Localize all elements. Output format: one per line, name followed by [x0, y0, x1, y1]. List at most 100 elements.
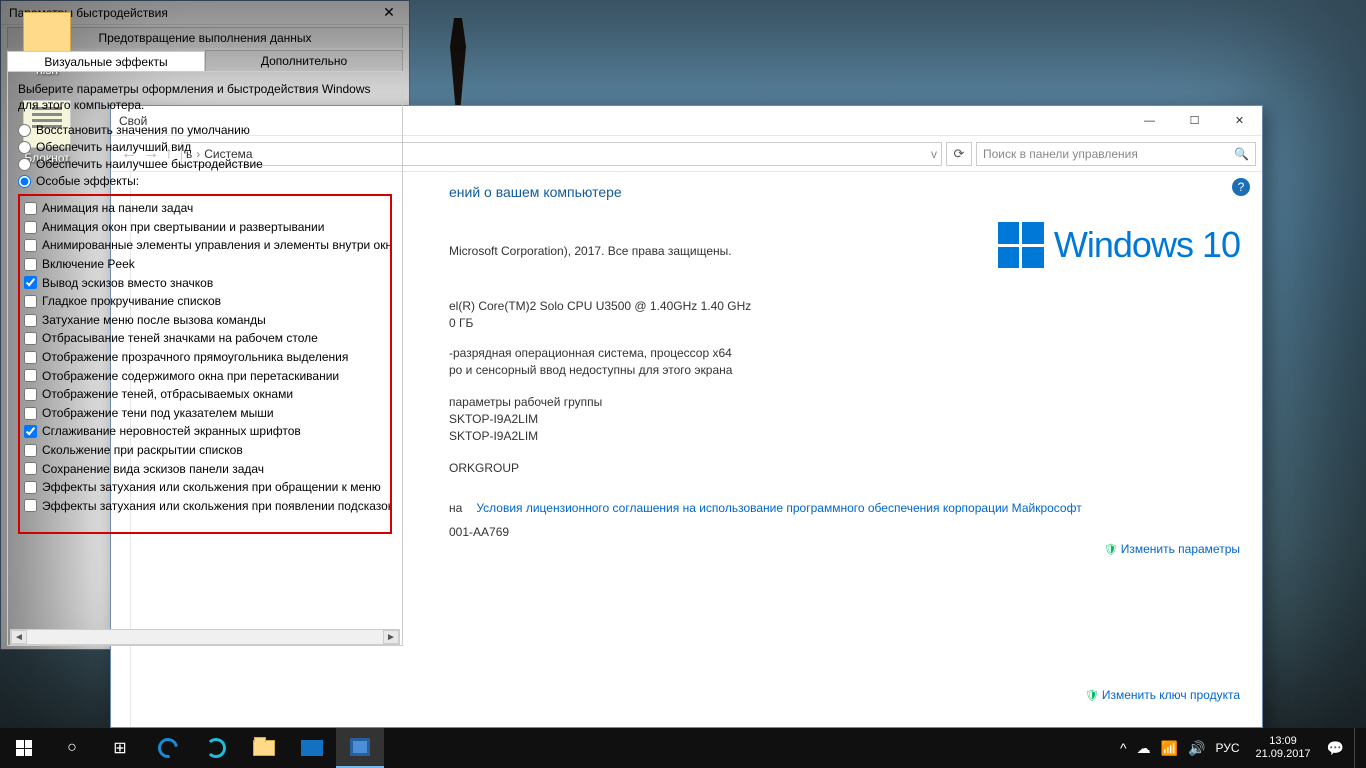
effect-label: Отображение содержимого окна при перетас… [42, 367, 339, 386]
radio-label: Обеспечить наилучший вид [36, 140, 191, 154]
effect-checkbox[interactable] [24, 369, 37, 382]
effect-label: Затухание меню после вызова команды [42, 311, 266, 330]
explorer-button[interactable] [240, 728, 288, 768]
effect-label: Отображение прозрачного прямоугольника в… [42, 348, 348, 367]
close-button[interactable]: ✕ [369, 1, 409, 24]
effect-item[interactable]: Сглаживание неровностей экранных шрифтов [24, 422, 386, 441]
effect-label: Скольжение при раскрытии списков [42, 441, 243, 460]
effect-checkbox[interactable] [24, 499, 37, 512]
performance-options-dialog: Параметры быстродействия ✕ Предотвращени… [0, 0, 410, 650]
scroll-right-icon[interactable]: ► [383, 630, 399, 644]
effect-checkbox[interactable] [24, 407, 37, 420]
effect-item[interactable]: Гладкое прокручивание списков [24, 292, 386, 311]
page-heading: ений о вашем компьютере [449, 184, 1242, 200]
show-desktop-button[interactable] [1354, 728, 1360, 768]
effect-label: Отображение теней, отбрасываемых окнами [42, 385, 293, 404]
minimize-button[interactable]: ― [1127, 106, 1172, 135]
radio-label: Особые эффекты: [36, 174, 139, 188]
tab-advanced[interactable]: Дополнительно [205, 50, 403, 71]
refresh-button[interactable]: ⟳ [946, 142, 972, 166]
radio-label: Обеспечить наилучшее быстродействие [36, 157, 263, 171]
radio-input[interactable] [18, 158, 31, 171]
folder-icon [253, 740, 275, 756]
clock[interactable]: 13:09 21.09.2017 [1250, 735, 1317, 761]
tray-chevron-icon[interactable]: ^ [1120, 740, 1127, 756]
change-params-link[interactable]: Изменить параметры [1104, 542, 1240, 556]
radio-input[interactable] [18, 124, 31, 137]
taskbar: ○ ⊞ ^ ☁ 📶 🔊 РУС 13:09 21.09.2017 💬 [0, 728, 1366, 768]
radio-option[interactable]: Восстановить значения по умолчанию [18, 123, 392, 137]
effect-item[interactable]: Вывод эскизов вместо значков [24, 274, 386, 293]
effect-item[interactable]: Анимация окон при свертывании и разверты… [24, 218, 386, 237]
system-button[interactable] [336, 728, 384, 768]
effect-checkbox[interactable] [24, 425, 37, 438]
effect-item[interactable]: Отображение прозрачного прямоугольника в… [24, 348, 386, 367]
tab-description: Выберите параметры оформления и быстроде… [18, 82, 392, 113]
radio-option[interactable]: Особые эффекты: [18, 174, 392, 188]
eula-link[interactable]: Условия лицензионного соглашения на испо… [476, 501, 1081, 515]
scroll-left-icon[interactable]: ◄ [11, 630, 27, 644]
effect-checkbox[interactable] [24, 276, 37, 289]
language-indicator[interactable]: РУС [1215, 741, 1239, 755]
effect-checkbox[interactable] [24, 388, 37, 401]
volume-icon[interactable]: 🔊 [1188, 740, 1205, 757]
effect-item[interactable]: Сохранение вида эскизов панели задач [24, 460, 386, 479]
onedrive-icon[interactable]: ☁ [1137, 740, 1151, 757]
network-icon[interactable]: 📶 [1161, 740, 1178, 757]
effect-item[interactable]: Отображение содержимого окна при перетас… [24, 367, 386, 386]
touch-value: ро и сенсорный ввод недоступны для этого… [449, 363, 732, 377]
app-button[interactable] [192, 728, 240, 768]
maximize-button[interactable]: ☐ [1172, 106, 1217, 135]
radio-option[interactable]: Обеспечить наилучший вид [18, 140, 392, 154]
effect-item[interactable]: Эффекты затухания или скольжения при поя… [24, 497, 386, 516]
effect-item[interactable]: Отбрасывание теней значками на рабочем с… [24, 329, 386, 348]
ram-value: 0 ГБ [449, 316, 473, 330]
effect-checkbox[interactable] [24, 221, 37, 234]
effect-checkbox[interactable] [24, 239, 37, 252]
horizontal-scrollbar[interactable]: ◄ ► [10, 629, 400, 645]
effect-checkbox[interactable] [24, 202, 37, 215]
radio-input[interactable] [18, 175, 31, 188]
effect-label: Сглаживание неровностей экранных шрифтов [42, 422, 301, 441]
effect-label: Анимированные элементы управления и элем… [42, 236, 392, 255]
start-button[interactable] [0, 728, 48, 768]
effect-checkbox[interactable] [24, 481, 37, 494]
effect-item[interactable]: Отображение теней, отбрасываемых окнами [24, 385, 386, 404]
close-button[interactable]: ✕ [1217, 106, 1262, 135]
effect-label: Сохранение вида эскизов панели задач [42, 460, 264, 479]
effect-item[interactable]: Скольжение при раскрытии списков [24, 441, 386, 460]
edge-button[interactable] [144, 728, 192, 768]
effect-item[interactable]: Включение Peek [24, 255, 386, 274]
effect-label: Отображение тени под указателем мыши [42, 404, 274, 423]
notifications-icon[interactable]: 💬 [1327, 740, 1344, 757]
effect-label: Эффекты затухания или скольжения при обр… [42, 478, 381, 497]
help-icon[interactable]: ? [1232, 178, 1250, 196]
effect-label: Эффекты затухания или скольжения при поя… [42, 497, 392, 516]
radio-option[interactable]: Обеспечить наилучшее быстродействие [18, 157, 392, 171]
effect-checkbox[interactable] [24, 295, 37, 308]
cpu-value: el(R) Core(TM)2 Solo CPU U3500 @ 1.40GHz… [449, 299, 751, 313]
effect-checkbox[interactable] [24, 314, 37, 327]
effect-checkbox[interactable] [24, 444, 37, 457]
activation-status: на [449, 501, 462, 515]
effect-item[interactable]: Отображение тени под указателем мыши [24, 404, 386, 423]
radio-label: Восстановить значения по умолчанию [36, 123, 250, 137]
effect-item[interactable]: Затухание меню после вызова команды [24, 311, 386, 330]
app-button-2[interactable] [288, 728, 336, 768]
search-button[interactable]: ○ [48, 728, 96, 768]
search-input[interactable]: Поиск в панели управления 🔍 [976, 142, 1256, 166]
effect-item[interactable]: Эффекты затухания или скольжения при обр… [24, 478, 386, 497]
effects-list: Анимация на панели задачАнимация окон пр… [18, 194, 392, 534]
windows10-logo: Windows 10 [998, 222, 1240, 268]
taskview-button[interactable]: ⊞ [96, 728, 144, 768]
effect-item[interactable]: Анимация на панели задач [24, 199, 386, 218]
effect-label: Отбрасывание теней значками на рабочем с… [42, 329, 318, 348]
effect-checkbox[interactable] [24, 258, 37, 271]
effect-item[interactable]: Анимированные элементы управления и элем… [24, 236, 386, 255]
effect-checkbox[interactable] [24, 462, 37, 475]
effect-checkbox[interactable] [24, 351, 37, 364]
effect-checkbox[interactable] [24, 332, 37, 345]
change-key-link[interactable]: Изменить ключ продукта [1085, 688, 1240, 702]
tab-visual-effects[interactable]: Визуальные эффекты [7, 51, 205, 72]
radio-input[interactable] [18, 141, 31, 154]
